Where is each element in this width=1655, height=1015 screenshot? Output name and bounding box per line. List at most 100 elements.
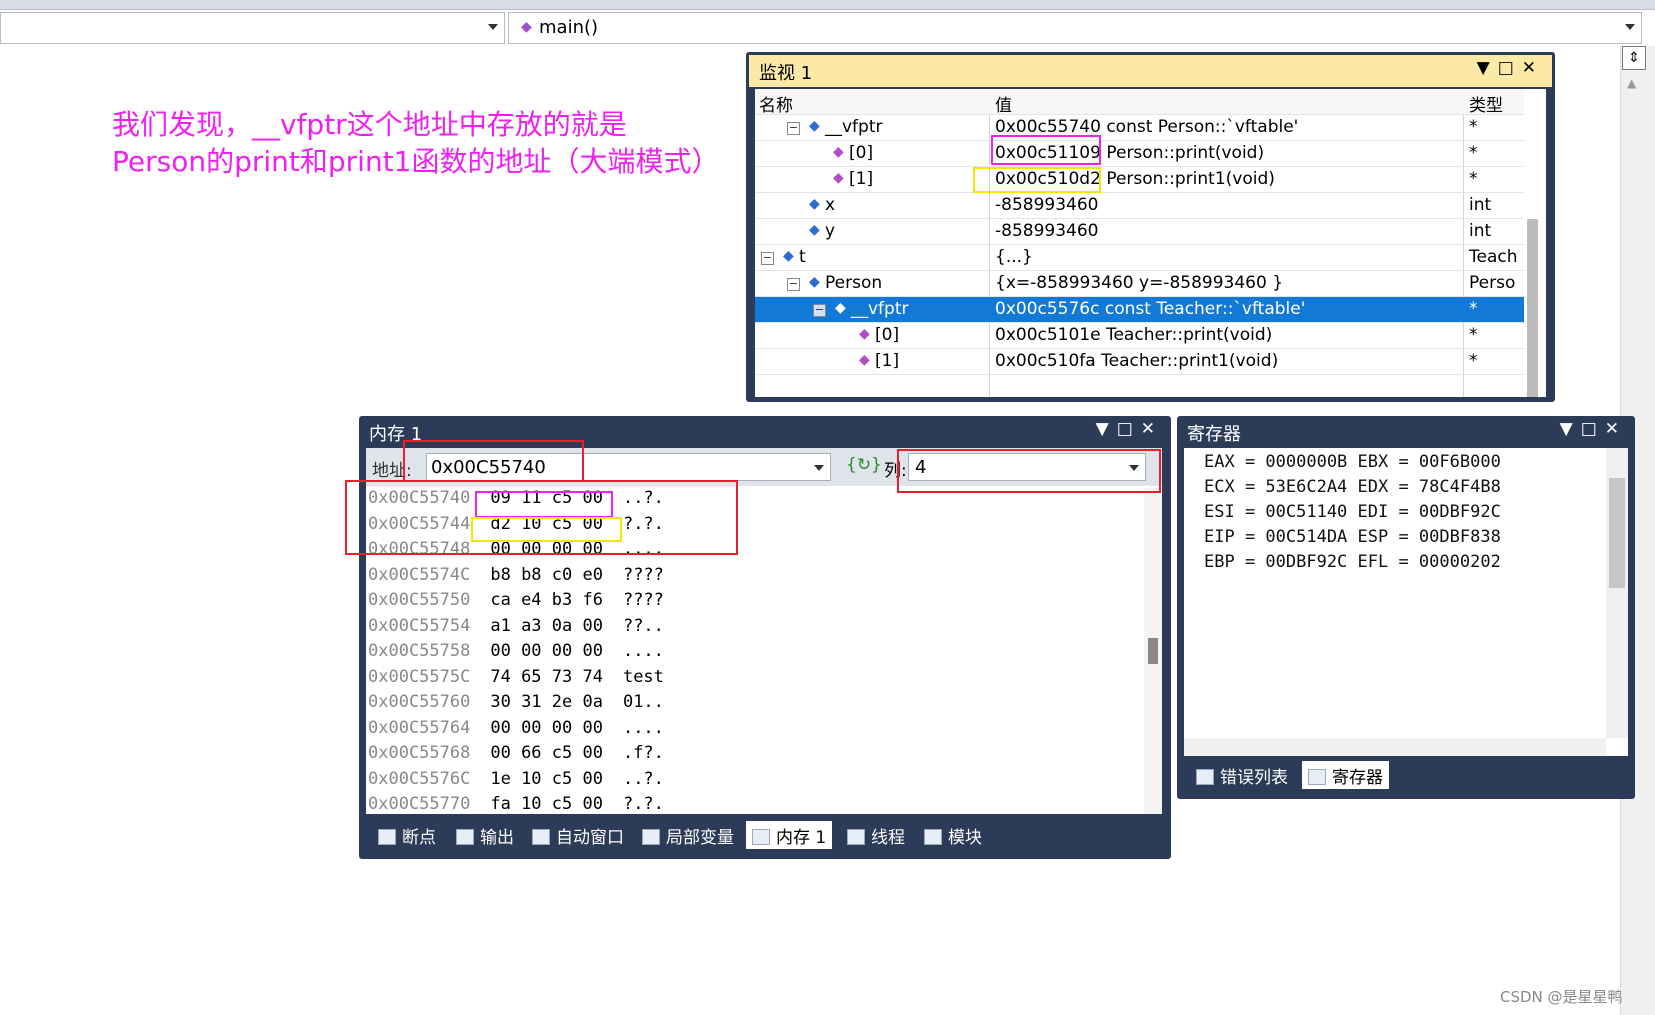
memory-line[interactable]: 0x00C55764 00 00 00 00....	[368, 718, 664, 743]
dropdown-icon[interactable]: ▼	[1477, 58, 1498, 78]
annotation-line-2: Person的print和print1函数的地址（大端模式）	[112, 145, 720, 178]
table-row[interactable]: − ◆ __vfptr 0x00c55740 const Person::`vfta…	[755, 115, 1524, 141]
dropdown-icon[interactable]: ▼	[1096, 419, 1117, 439]
memory-bytes[interactable]: ca e4 b3 f6	[490, 590, 603, 610]
memory-address: 0x00C55758	[368, 641, 471, 661]
watch-scrollbar-thumb[interactable]	[1527, 219, 1538, 397]
memory-chars: ..?.	[622, 488, 664, 508]
breakpoint-icon	[378, 829, 396, 845]
memory-line[interactable]: 0x00C55768 00 66 c5 00 .f?.	[368, 743, 664, 768]
tab-registers[interactable]: 寄存器	[1302, 761, 1389, 789]
close-icon[interactable]: ✕	[1605, 419, 1627, 439]
tab-output[interactable]: 输出	[450, 821, 520, 849]
table-row[interactable]: ◆ y -858993460 int	[755, 219, 1524, 245]
table-row[interactable]: ◆ x -858993460 int	[755, 193, 1524, 219]
memory-chars: ??..	[622, 615, 664, 636]
memory-address: 0x00C55770	[368, 794, 471, 814]
memory-bytes[interactable]: 00 00 00 00	[490, 539, 603, 559]
watch-name: [1]	[875, 351, 900, 371]
register-line[interactable]: EIP = 00C514DA ESP = 00DBF838	[1204, 527, 1501, 552]
registers-hscrollbar[interactable]	[1184, 738, 1606, 756]
register-line[interactable]: EAX = 0000000B EBX = 00F6B000	[1204, 452, 1501, 477]
memory-line[interactable]: 0x00C55770 fa 10 c5 00?.?.	[368, 794, 664, 819]
memory-line[interactable]: 0x00C55750 ca e4 b3 f6????	[368, 590, 664, 615]
table-row[interactable]: ◆ [0] 0x00c5101e Teacher::print(void) *	[755, 323, 1524, 349]
table-row[interactable]: − ◆ t {...} Teach	[755, 245, 1524, 271]
registers-scrollbar-thumb[interactable]	[1609, 478, 1625, 588]
memory-line[interactable]: 0x00C55758 00 00 00 00....	[368, 641, 664, 666]
memory-bytes[interactable]: 00 00 00 00	[490, 641, 603, 661]
tab-memory[interactable]: 内存 1	[746, 821, 833, 849]
watch-type: *	[1469, 325, 1478, 345]
register-line[interactable]: EBP = 00DBF92C EFL = 00000202	[1204, 552, 1501, 577]
memory-line[interactable]: 0x00C55754 a1 a3 0a 00??..	[368, 616, 664, 641]
memory-bytes[interactable]: fa 10 c5 00	[490, 794, 603, 814]
memory-line[interactable]: 0x00C5576C 1e 10 c5 00..?.	[368, 769, 664, 794]
field-icon: ◆	[809, 274, 820, 290]
registers-scrollbar[interactable]	[1606, 448, 1628, 738]
chevron-down-icon	[1625, 24, 1635, 30]
refresh-icon[interactable]: {↻}	[846, 455, 882, 475]
close-icon[interactable]: ✕	[1522, 58, 1544, 78]
collapse-icon[interactable]: −	[761, 252, 774, 265]
memory-bytes[interactable]: 1e 10 c5 00	[490, 769, 603, 789]
memory-line[interactable]: 0x00C55744 d2 10 c5 00?.?.	[368, 514, 664, 539]
memory-line[interactable]: 0x00C55760 30 31 2e 0a 01..	[368, 692, 664, 717]
dropdown-icon[interactable]: ▼	[1560, 419, 1581, 439]
tab-error-list[interactable]: 错误列表	[1190, 761, 1294, 789]
tab-modules[interactable]: 模块	[918, 821, 988, 849]
table-row[interactable]: − ◆ Person {x=-858993460 y=-858993460 } Pe…	[755, 271, 1524, 297]
table-row-selected[interactable]: − ◆ __vfptr 0x00c5576c const Teacher::`vft…	[755, 297, 1524, 323]
table-row[interactable]: ◆ [1] 0x00c510fa Teacher::print1(void) *	[755, 349, 1524, 375]
collapse-icon[interactable]: −	[787, 278, 800, 291]
watch-type: *	[1469, 169, 1478, 189]
memory-bytes[interactable]: d2 10 c5 00	[490, 514, 603, 534]
address-input[interactable]: 0x00C55740	[426, 453, 831, 481]
memory-bytes[interactable]: 09 11 c5 00	[490, 488, 603, 508]
tab-locals[interactable]: 局部变量	[636, 821, 740, 849]
memory-icon	[752, 829, 770, 845]
memory-line[interactable]: 0x00C55748 00 00 00 00....	[368, 539, 664, 564]
memory-line[interactable]: 0x00C5574C b8 b8 c0 e0????	[368, 565, 664, 590]
column-header-type[interactable]: 类型	[1469, 91, 1524, 115]
memory-bytes[interactable]: 00 00 00 00	[490, 718, 603, 738]
scroll-up-icon[interactable]: ▲	[1627, 76, 1636, 90]
chevron-down-icon[interactable]	[814, 465, 824, 471]
chevron-down-icon[interactable]	[1129, 465, 1139, 471]
method-icon: ◆	[521, 19, 532, 35]
memory-scrollbar[interactable]	[1144, 488, 1162, 814]
table-row-empty[interactable]	[755, 375, 1524, 397]
register-line[interactable]: ECX = 53E6C2A4 EDX = 78C4F4B8	[1204, 477, 1501, 502]
column-header-name[interactable]: 名称	[759, 91, 994, 115]
maximize-icon[interactable]: □	[1117, 419, 1141, 439]
table-row[interactable]: ◆ [0] 0x00c51109 Person::print(void) *	[755, 141, 1524, 167]
register-lines: EAX = 0000000B EBX = 00F6B000 ECX = 53E6C…	[1204, 452, 1501, 577]
memory-bytes[interactable]: 00 66 c5 00	[490, 743, 603, 763]
function-combo[interactable]: ◆ main()	[508, 12, 1642, 44]
tab-label: 自动窗口	[556, 828, 624, 848]
column-header-value[interactable]: 值	[995, 91, 1465, 115]
register-line[interactable]: ESI = 00C51140 EDI = 00DBF92C	[1204, 502, 1501, 527]
memory-line[interactable]: 0x00C5575C 74 65 73 74 test	[368, 667, 664, 692]
tab-breakpoint[interactable]: 断点	[372, 821, 442, 849]
columns-select[interactable]: 4	[908, 453, 1146, 481]
memory-scrollbar-thumb[interactable]	[1148, 638, 1158, 664]
tab-threads[interactable]: 线程	[841, 821, 911, 849]
watermark: CSDN @是星星鸭	[1500, 988, 1623, 1006]
close-icon[interactable]: ✕	[1141, 419, 1163, 439]
annotation-line-1: 我们发现，__vfptr这个地址中存放的就是	[112, 108, 627, 141]
table-row[interactable]: ◆ [1] 0x00c510d2 Person::print1(void) *	[755, 167, 1524, 193]
collapse-icon[interactable]: −	[787, 122, 800, 135]
memory-bytes[interactable]: 74 65 73 74	[490, 667, 603, 687]
collapse-icon[interactable]: −	[813, 304, 826, 317]
memory-line[interactable]: 0x00C55740 09 11 c5 00..?.	[368, 488, 664, 513]
memory-bytes[interactable]: b8 b8 c0 e0	[490, 565, 603, 585]
memory-bytes[interactable]: 30 31 2e 0a	[490, 692, 603, 712]
tab-autos[interactable]: 自动窗口	[526, 821, 630, 849]
split-handle-icon[interactable]: ⇕	[1622, 46, 1646, 70]
maximize-icon[interactable]: □	[1581, 419, 1605, 439]
memory-address: 0x00C55740	[368, 488, 471, 508]
maximize-icon[interactable]: □	[1498, 58, 1522, 78]
scope-combo[interactable]	[0, 12, 505, 44]
memory-bytes[interactable]: a1 a3 0a 00	[490, 616, 603, 636]
